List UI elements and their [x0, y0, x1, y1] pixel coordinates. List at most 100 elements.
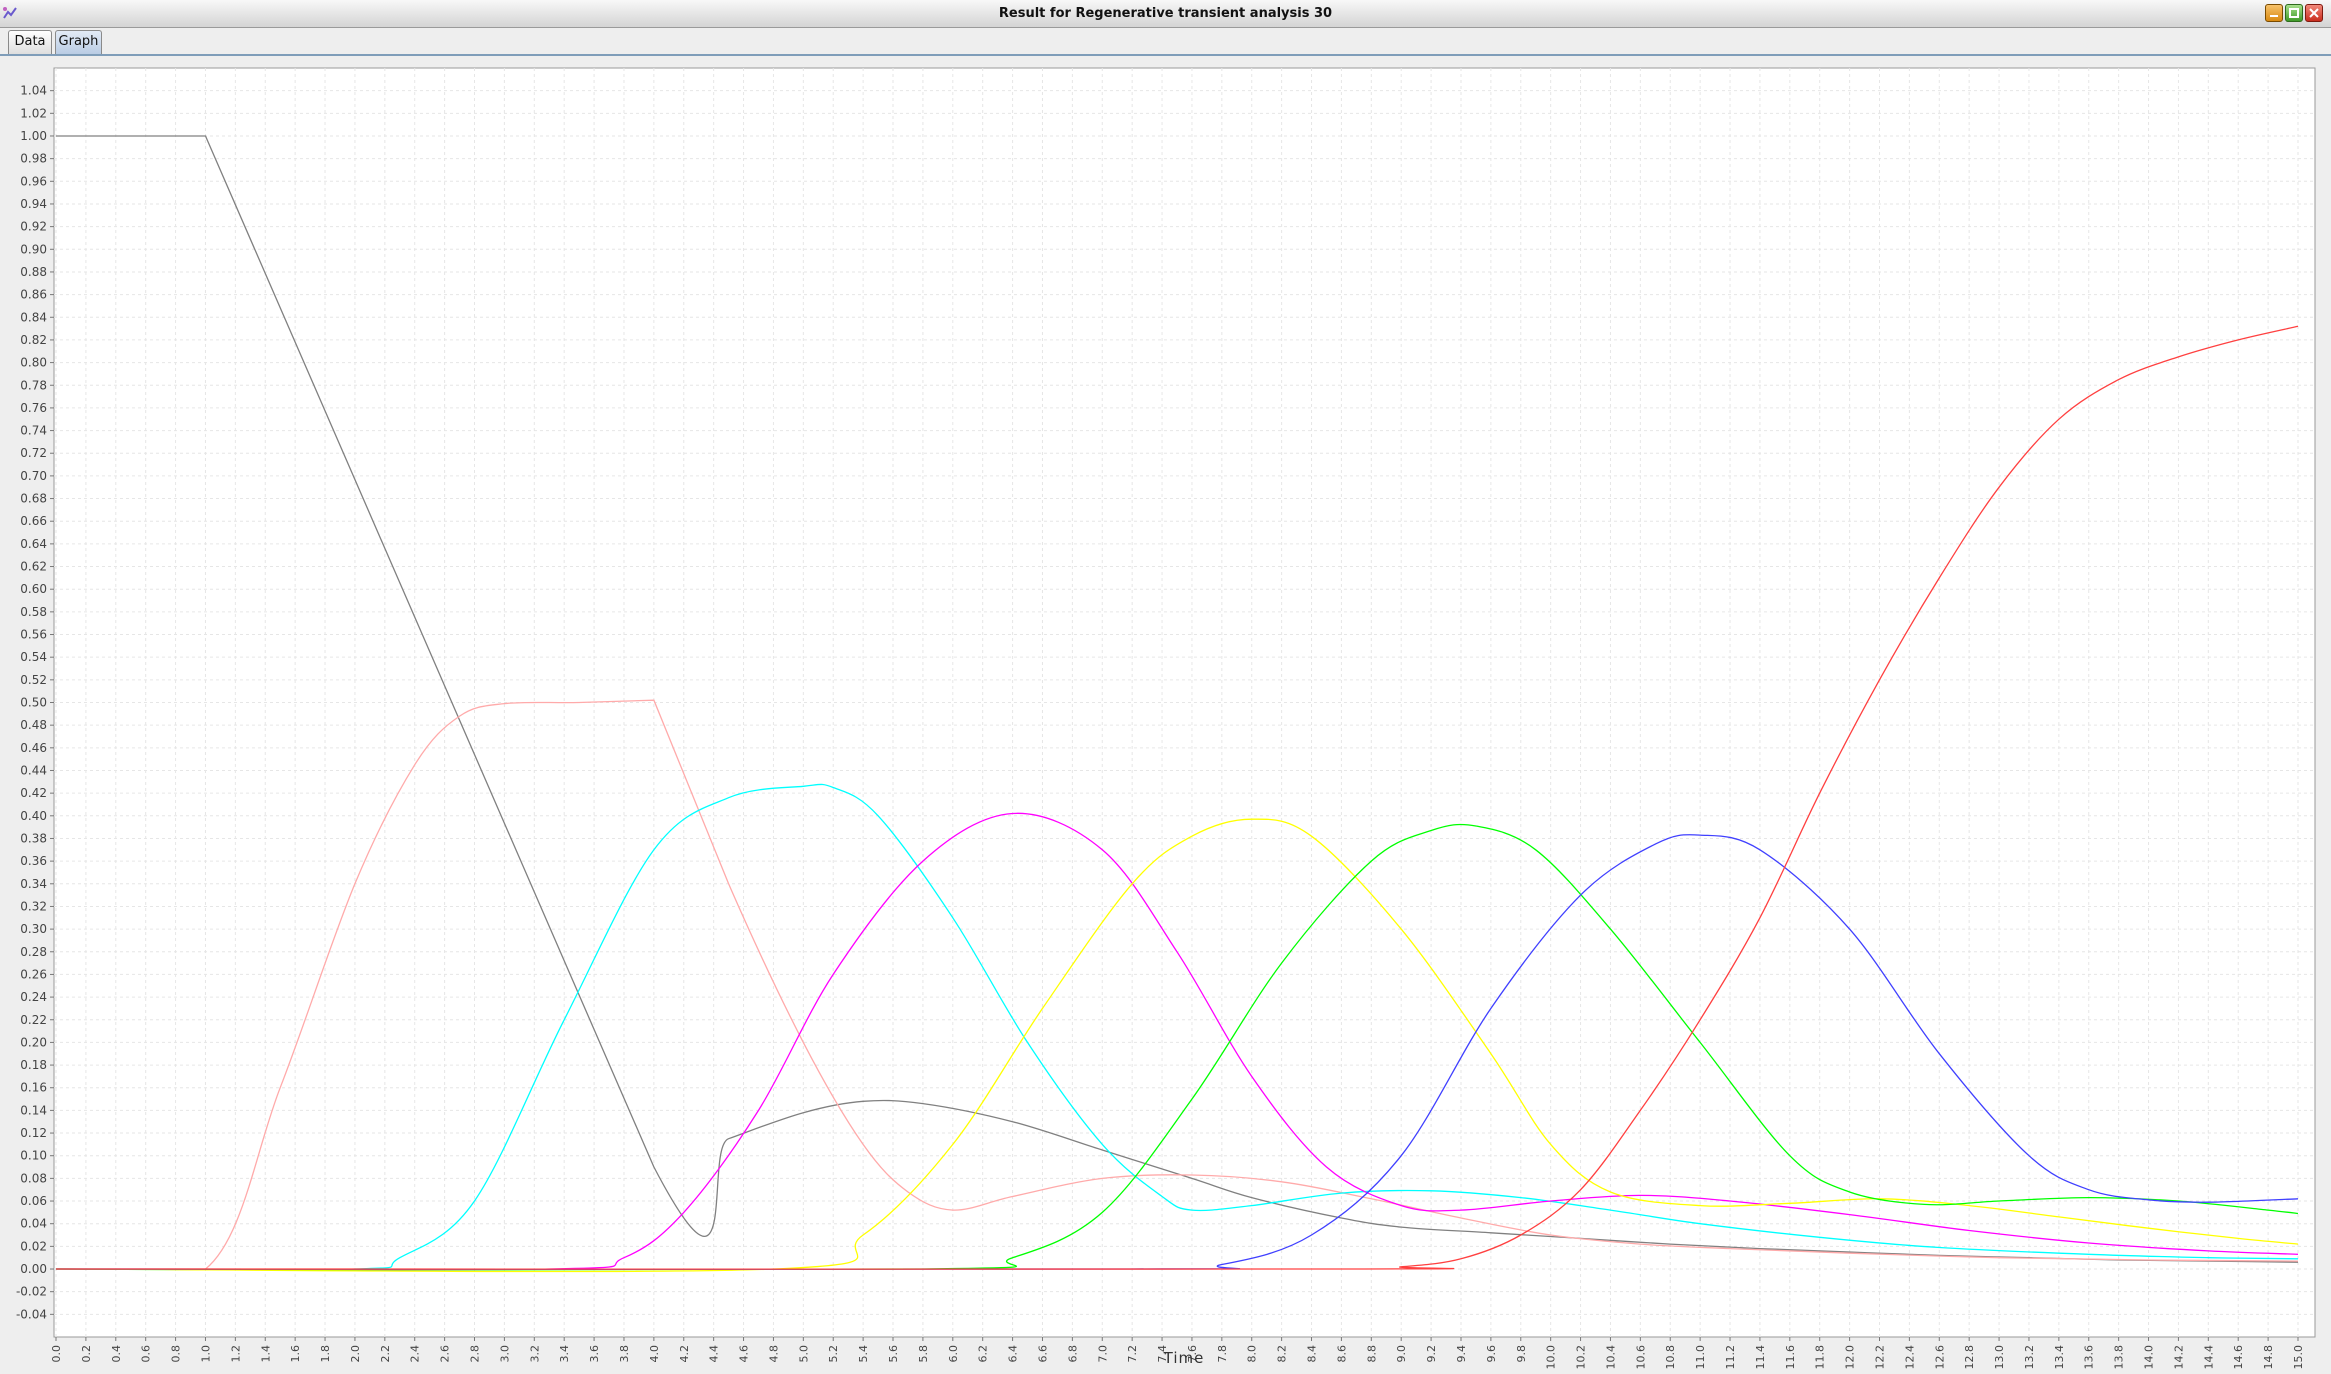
y-tick-label: 0.36: [20, 854, 47, 868]
x-tick-label: 14.4: [2202, 1345, 2215, 1370]
y-tick-label: 0.60: [20, 582, 47, 596]
y-tick-label: 0.78: [20, 378, 47, 392]
y-tick-label: 1.02: [20, 106, 47, 120]
x-axis-label: Time: [1163, 1349, 1205, 1367]
x-tick-label: 12.6: [1933, 1345, 1946, 1370]
x-tick-label: 15.0: [2292, 1345, 2305, 1370]
x-tick-label: 11.8: [1814, 1345, 1827, 1370]
x-tick-label: 10.8: [1664, 1345, 1677, 1370]
x-tick-label: 13.6: [2083, 1345, 2096, 1370]
x-tick-label: 5.2: [827, 1345, 840, 1363]
y-tick-label: 0.24: [20, 990, 47, 1004]
minimize-button[interactable]: [2265, 4, 2283, 22]
y-tick-label: 0.56: [20, 628, 47, 642]
x-tick-label: 2.4: [409, 1345, 422, 1363]
x-tick-label: 8.8: [1365, 1345, 1378, 1363]
y-tick-label: 0.00: [20, 1262, 47, 1276]
y-tick-label: 0.48: [20, 718, 47, 732]
y-tick-label: 0.20: [20, 1035, 47, 1049]
x-tick-label: 1.2: [229, 1345, 242, 1363]
tab-bar: Data Graph: [0, 28, 2331, 56]
window-titlebar: Result for Regenerative transient analys…: [0, 0, 2331, 28]
y-tick-label: 1.00: [20, 129, 47, 143]
close-button[interactable]: [2305, 4, 2323, 22]
x-tick-label: 5.4: [857, 1345, 870, 1363]
x-tick-label: 10.4: [1604, 1345, 1617, 1370]
tab-graph[interactable]: Graph: [55, 30, 102, 54]
chart-area: 1.04 1.02 1.00 0.98 0.96 0.94 0.92 0.90 0.88 0.86…: [0, 56, 2331, 1370]
x-tick-label: 9.4: [1455, 1345, 1468, 1363]
x-tick-label: 10.2: [1575, 1345, 1588, 1370]
y-tick-label: 0.38: [20, 831, 47, 845]
y-tick-label: 0.76: [20, 401, 47, 415]
y-tick-label: 0.26: [20, 967, 47, 981]
x-tick-label: 9.6: [1485, 1345, 1498, 1363]
x-tick-label: 1.4: [259, 1345, 272, 1363]
y-tick-label: 0.92: [20, 220, 47, 234]
x-tick-label: 4.8: [767, 1345, 780, 1363]
y-tick-label: 0.14: [20, 1103, 47, 1117]
x-tick-label: 3.2: [528, 1345, 541, 1363]
x-tick-label: 4.2: [678, 1345, 691, 1363]
y-tick-label: 0.32: [20, 899, 47, 913]
y-axis-ticks: 1.04 1.02 1.00 0.98 0.96 0.94 0.92 0.90 0.88 0.86…: [16, 84, 54, 1321]
x-tick-label: 6.8: [1066, 1345, 1079, 1363]
x-tick-label: 9.8: [1515, 1345, 1528, 1363]
y-tick-label: 1.04: [20, 84, 47, 98]
x-tick-label: 5.6: [887, 1345, 900, 1363]
x-tick-label: 2.2: [379, 1345, 392, 1363]
x-tick-label: 14.8: [2262, 1345, 2275, 1370]
y-tick-label: 0.94: [20, 197, 47, 211]
y-tick-label: 0.44: [20, 763, 47, 777]
y-tick-label: 0.84: [20, 310, 47, 324]
y-tick-label: 0.64: [20, 537, 47, 551]
x-tick-label: 10.6: [1634, 1345, 1647, 1370]
x-tick-label: 0.8: [170, 1345, 183, 1363]
y-tick-label: 0.30: [20, 922, 47, 936]
x-tick-label: 14.0: [2143, 1345, 2156, 1370]
y-tick-label: 0.88: [20, 265, 47, 279]
x-tick-label: 13.2: [2023, 1345, 2036, 1370]
y-tick-label: 0.62: [20, 560, 47, 574]
y-tick-label: 0.68: [20, 492, 47, 506]
y-tick-label: 0.72: [20, 446, 47, 460]
x-tick-label: 4.6: [738, 1345, 751, 1363]
y-tick-label: 0.40: [20, 809, 47, 823]
x-tick-label: 6.4: [1007, 1345, 1020, 1363]
x-tick-label: 7.2: [1126, 1345, 1139, 1363]
y-tick-label: 0.54: [20, 650, 47, 664]
x-tick-label: 12.8: [1963, 1345, 1976, 1370]
y-tick-label: 0.74: [20, 424, 47, 438]
x-tick-label: 7.0: [1096, 1345, 1109, 1363]
x-tick-label: 1.6: [289, 1345, 302, 1363]
y-tick-label: 0.46: [20, 741, 47, 755]
x-tick-label: 12.0: [1844, 1345, 1857, 1370]
x-tick-label: 5.0: [797, 1345, 810, 1363]
y-tick-label: 0.52: [20, 673, 47, 687]
y-tick-label: 0.70: [20, 469, 47, 483]
x-tick-label: 0.2: [80, 1345, 93, 1363]
y-tick-label: 0.02: [20, 1239, 47, 1253]
y-tick-label: 0.04: [20, 1217, 47, 1231]
y-tick-label: 0.08: [20, 1171, 47, 1185]
y-tick-label: -0.02: [16, 1285, 47, 1299]
x-tick-label: 8.6: [1335, 1345, 1348, 1363]
y-tick-label: 0.06: [20, 1194, 47, 1208]
x-tick-label: 11.2: [1724, 1345, 1737, 1370]
tab-data[interactable]: Data: [8, 30, 52, 54]
x-tick-label: 4.4: [708, 1345, 721, 1363]
x-tick-label: 9.0: [1395, 1345, 1408, 1363]
x-tick-label: 3.0: [498, 1345, 511, 1363]
x-tick-label: 11.4: [1754, 1345, 1767, 1370]
y-tick-label: 0.16: [20, 1081, 47, 1095]
y-tick-label: 0.50: [20, 696, 47, 710]
x-tick-label: 11.6: [1784, 1345, 1797, 1370]
x-tick-label: 11.0: [1694, 1345, 1707, 1370]
window-title: Result for Regenerative transient analys…: [998, 6, 1333, 21]
x-tick-label: 12.2: [1873, 1345, 1886, 1370]
x-tick-label: 8.4: [1306, 1345, 1319, 1363]
y-tick-label: 0.80: [20, 356, 47, 370]
maximize-button[interactable]: [2285, 4, 2303, 22]
x-tick-label: 1.0: [199, 1345, 212, 1363]
x-tick-label: 2.8: [469, 1345, 482, 1363]
